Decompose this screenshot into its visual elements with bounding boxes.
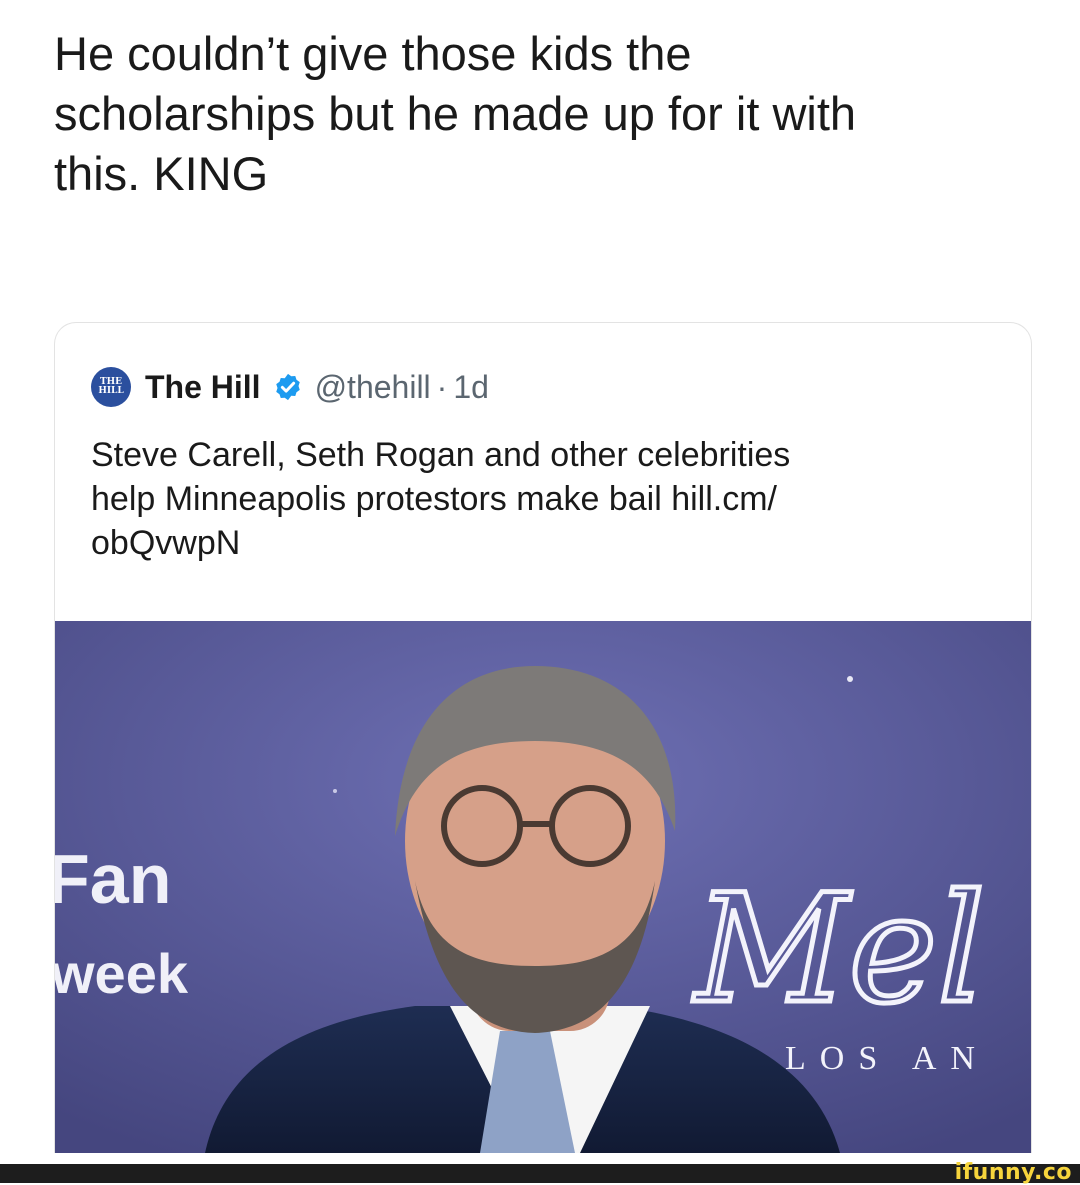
backdrop-text-los-angeles: LOS AN — [785, 1040, 989, 1077]
account-handle[interactable]: @thehill — [315, 369, 431, 406]
tweet-photo[interactable]: Fan week Mel LOS AN — [55, 621, 1031, 1153]
verified-badge-icon — [275, 373, 300, 401]
meme-caption: He couldn’t give those kids the scholars… — [54, 24, 1054, 204]
backdrop-script-text: Mel — [692, 863, 985, 1037]
backdrop-text-week: week — [55, 942, 189, 1005]
tweet-text-line: Steve Carell, Seth Rogan and other celeb… — [91, 436, 791, 474]
tweet-text-line[interactable]: obQvwpN — [91, 521, 991, 565]
watermark-bar — [0, 1164, 1080, 1183]
backdrop-star — [333, 789, 337, 793]
caption-line: He couldn’t give those kids the — [54, 27, 692, 80]
account-name[interactable]: The Hill — [145, 369, 261, 406]
caption-line: this. KING — [54, 147, 269, 200]
separator-dot: · — [436, 368, 448, 405]
tweet-text: Steve Carell, Seth Rogan and other celeb… — [91, 433, 991, 565]
tweet-text-line[interactable]: help Minneapolis protestors make bail hi… — [91, 477, 991, 521]
embedded-tweet-card[interactable]: THE HILL The Hill @thehill · 1d Steve Ca… — [54, 322, 1032, 1153]
caption-line: scholarships but he made up for it with — [54, 87, 857, 140]
ifunny-watermark: ifunny.co — [954, 1160, 1072, 1185]
backdrop-star — [847, 676, 853, 682]
tweet-header: THE HILL The Hill @thehill · 1d — [91, 367, 489, 407]
avatar-text: HILL — [98, 386, 124, 396]
tweet-timestamp[interactable]: 1d — [453, 369, 489, 406]
backdrop-text-fan: Fan — [55, 840, 171, 918]
the-hill-avatar[interactable]: THE HILL — [91, 367, 131, 407]
photo-illustration: Fan week Mel LOS AN — [55, 621, 1031, 1153]
